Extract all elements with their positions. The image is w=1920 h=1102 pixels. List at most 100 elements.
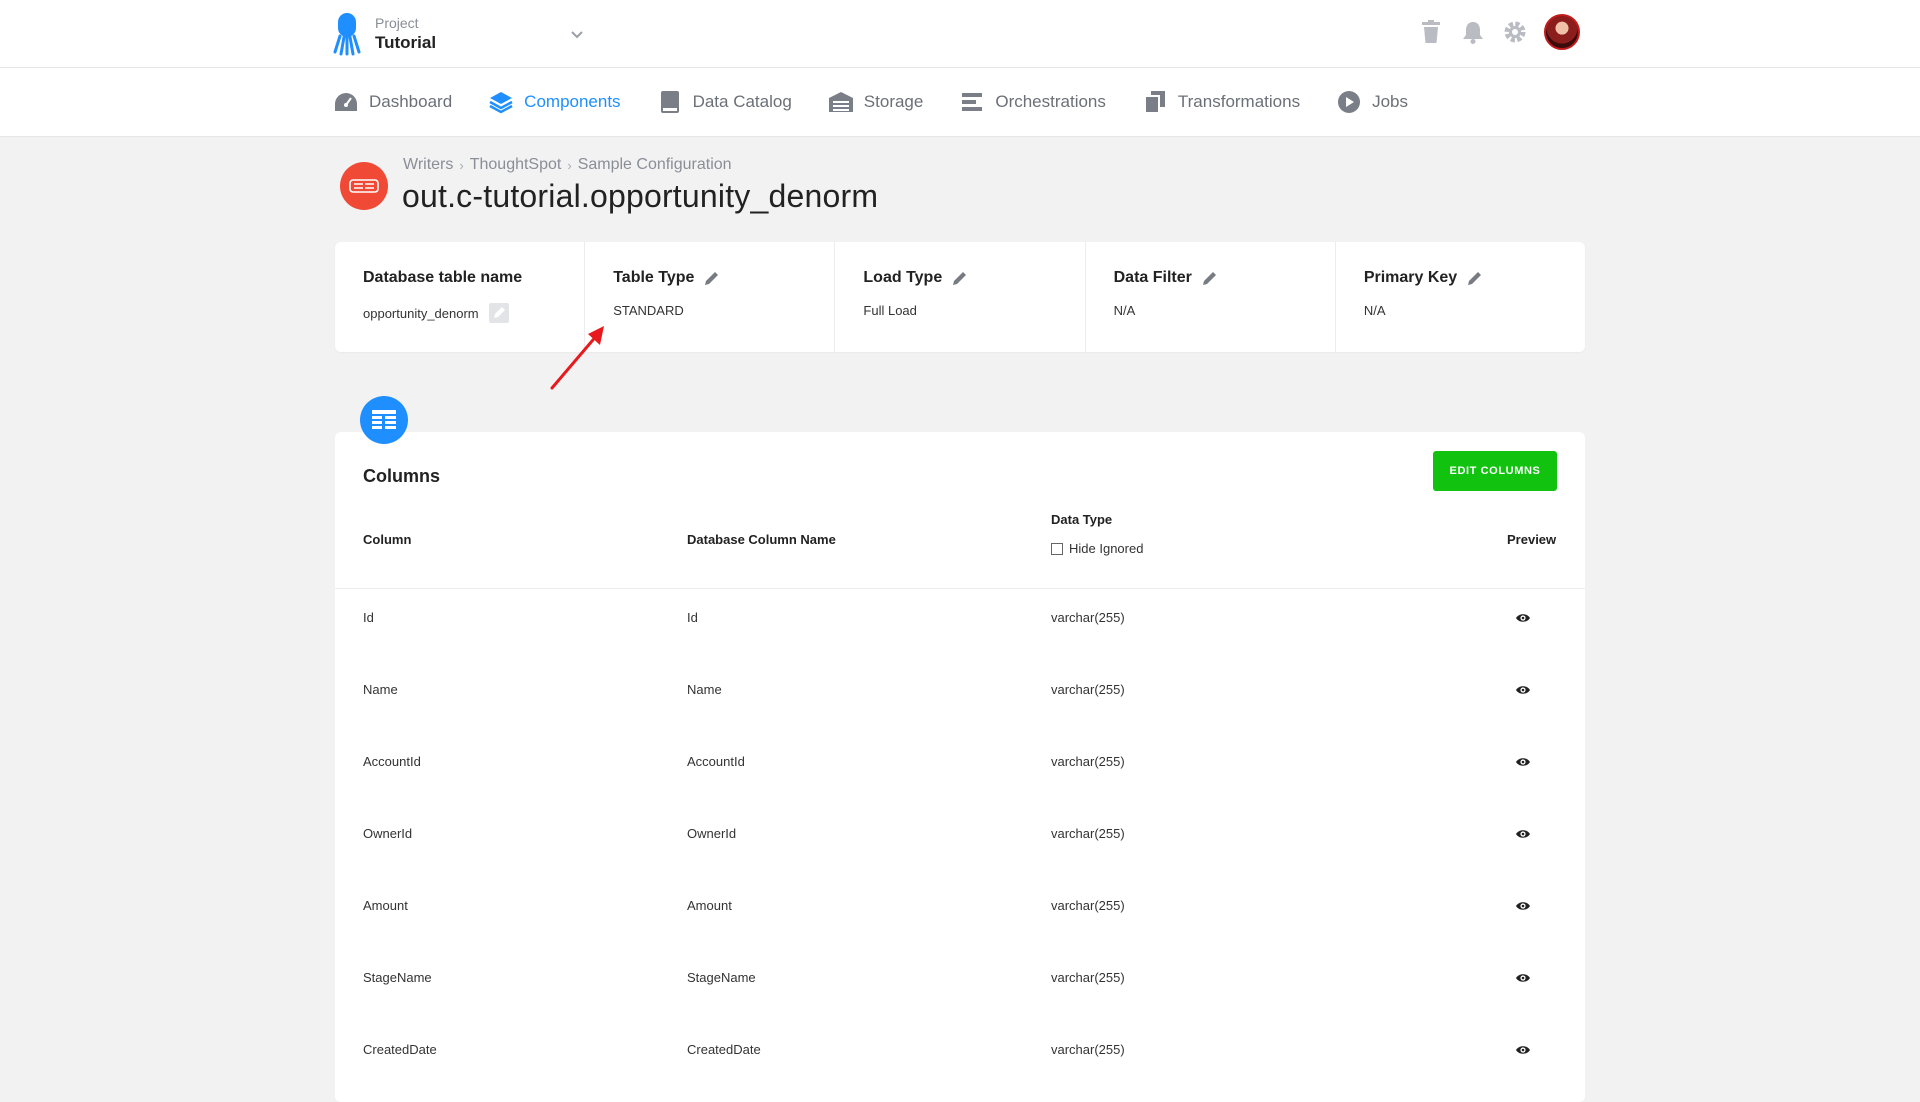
cell-db-column: AccountId bbox=[687, 754, 745, 769]
nav-label: Dashboard bbox=[369, 92, 453, 111]
cell-column: CreatedDate bbox=[363, 1042, 437, 1057]
nav-label: Orchestrations bbox=[995, 92, 1106, 111]
table-row: CreatedDate CreatedDate varchar(255) bbox=[335, 1020, 1585, 1092]
header-data-type: Data Type bbox=[1051, 512, 1113, 527]
nav-transformations[interactable]: Transformations bbox=[1142, 89, 1300, 115]
eye-icon[interactable] bbox=[1515, 682, 1531, 698]
nav-label: Jobs bbox=[1372, 92, 1408, 111]
cell-data-type: varchar(255) bbox=[1051, 826, 1125, 841]
cell-data-type: varchar(255) bbox=[1051, 610, 1125, 625]
cell-db-column: StageName bbox=[687, 970, 756, 985]
project-label: Project bbox=[375, 15, 419, 31]
table-row: OwnerId OwnerId varchar(255) bbox=[335, 804, 1585, 876]
eye-icon[interactable] bbox=[1515, 1042, 1531, 1058]
pencil-icon[interactable] bbox=[952, 270, 968, 286]
top-bar: Project Tutorial bbox=[0, 0, 1920, 68]
cell-db-column: OwnerId bbox=[687, 826, 737, 841]
gauge-icon bbox=[333, 89, 359, 115]
eye-icon[interactable] bbox=[1515, 970, 1531, 986]
cell-data-type: varchar(255) bbox=[1051, 970, 1125, 985]
cell-column: AccountId bbox=[363, 754, 421, 769]
nav-label: Data Catalog bbox=[692, 92, 792, 111]
eye-icon[interactable] bbox=[1515, 754, 1531, 770]
detail-primary-key: Primary Key N/A bbox=[1336, 242, 1585, 352]
user-avatar[interactable] bbox=[1544, 14, 1580, 50]
pencil-icon[interactable] bbox=[1202, 270, 1218, 286]
breadcrumb-configuration[interactable]: Sample Configuration bbox=[578, 156, 732, 174]
header-db-column: Database Column Name bbox=[687, 532, 836, 547]
page-title: out.c-tutorial.opportunity_denorm bbox=[402, 178, 879, 214]
cell-data-type: varchar(255) bbox=[1051, 898, 1125, 913]
cell-column: Id bbox=[363, 610, 374, 625]
breadcrumb-separator-icon: › bbox=[459, 157, 464, 173]
table-list-icon bbox=[360, 396, 408, 444]
detail-value: STANDARD bbox=[613, 303, 684, 318]
nav-label: Transformations bbox=[1177, 92, 1301, 111]
table-row: StageName StageName varchar(255) bbox=[335, 948, 1585, 1020]
cell-column: StageName bbox=[363, 970, 432, 985]
cell-data-type: varchar(255) bbox=[1051, 682, 1125, 697]
project-name: Tutorial bbox=[375, 33, 437, 52]
breadcrumb-separator-icon: › bbox=[567, 157, 572, 173]
cell-column: Name bbox=[363, 682, 398, 697]
columns-title: Columns bbox=[363, 466, 441, 486]
edit-columns-button[interactable]: EDIT COLUMNS bbox=[1433, 451, 1557, 491]
table-row: AccountId AccountId varchar(255) bbox=[335, 732, 1585, 804]
cell-db-column: Name bbox=[687, 682, 722, 697]
bell-icon[interactable] bbox=[1460, 19, 1486, 45]
nav-dashboard[interactable]: Dashboard bbox=[333, 89, 452, 115]
detail-value: N/A bbox=[1113, 303, 1136, 318]
eye-icon[interactable] bbox=[1515, 898, 1531, 914]
copy-icon bbox=[1142, 89, 1168, 115]
warehouse-icon bbox=[828, 89, 854, 115]
chevron-down-icon[interactable] bbox=[569, 26, 585, 42]
nav-orchestrations[interactable]: Orchestrations bbox=[959, 89, 1106, 115]
detail-heading: Primary Key bbox=[1363, 269, 1458, 286]
detail-heading: Load Type bbox=[863, 269, 943, 286]
detail-data-filter: Data Filter N/A bbox=[1086, 242, 1336, 352]
columns-card: Columns EDIT COLUMNS Column Database Col… bbox=[335, 432, 1585, 1102]
bars-icon bbox=[959, 89, 985, 115]
trash-icon[interactable] bbox=[1418, 19, 1444, 45]
table-details-card: Database table name opportunity_denorm T… bbox=[335, 242, 1585, 352]
octopus-logo-icon bbox=[333, 13, 361, 56]
breadcrumb-thoughtspot[interactable]: ThoughtSpot bbox=[470, 156, 562, 174]
nav-data-catalog[interactable]: Data Catalog bbox=[657, 89, 792, 115]
main-nav: Dashboard Components Data Catalog Storag… bbox=[0, 68, 1920, 137]
annotation-arrow-icon bbox=[550, 326, 604, 390]
table-row: Id Id varchar(255) bbox=[335, 588, 1585, 660]
detail-heading: Data Filter bbox=[1113, 269, 1192, 286]
cell-data-type: varchar(255) bbox=[1051, 754, 1125, 769]
pencil-icon[interactable] bbox=[1467, 270, 1483, 286]
checkbox-icon[interactable] bbox=[1051, 542, 1063, 555]
nav-storage[interactable]: Storage bbox=[828, 89, 924, 115]
eye-icon[interactable] bbox=[1515, 610, 1531, 626]
header-preview: Preview bbox=[1507, 532, 1557, 547]
book-icon bbox=[657, 89, 683, 115]
detail-value: N/A bbox=[1363, 303, 1386, 318]
cell-db-column: Amount bbox=[687, 898, 732, 913]
header-column: Column bbox=[363, 532, 412, 547]
edit-square-icon[interactable] bbox=[488, 303, 509, 323]
table-row: Amount Amount varchar(255) bbox=[335, 876, 1585, 948]
detail-value: Full Load bbox=[863, 303, 917, 318]
eye-icon[interactable] bbox=[1515, 826, 1531, 842]
detail-heading: Database table name bbox=[363, 269, 523, 286]
cell-db-column: CreatedDate bbox=[687, 1042, 761, 1057]
nav-jobs[interactable]: Jobs bbox=[1336, 89, 1408, 115]
pencil-icon[interactable] bbox=[704, 270, 720, 286]
gear-icon[interactable] bbox=[1502, 19, 1528, 45]
nav-label: Components bbox=[524, 92, 621, 111]
hide-ignored-checkbox[interactable]: Hide Ignored bbox=[1051, 541, 1143, 556]
layers-icon bbox=[488, 89, 514, 115]
detail-load-type: Load Type Full Load bbox=[835, 242, 1086, 352]
breadcrumb: Writers › ThoughtSpot › Sample Configura… bbox=[403, 156, 732, 174]
nav-components[interactable]: Components bbox=[488, 89, 621, 115]
breadcrumb-writers[interactable]: Writers bbox=[403, 156, 453, 174]
cell-column: Amount bbox=[363, 898, 408, 913]
table-row: Name Name varchar(255) bbox=[335, 660, 1585, 732]
cell-column: OwnerId bbox=[363, 826, 413, 841]
project-selector[interactable]: Project Tutorial bbox=[333, 12, 593, 56]
nav-label: Storage bbox=[863, 92, 924, 111]
thoughtspot-logo-icon bbox=[340, 162, 388, 210]
